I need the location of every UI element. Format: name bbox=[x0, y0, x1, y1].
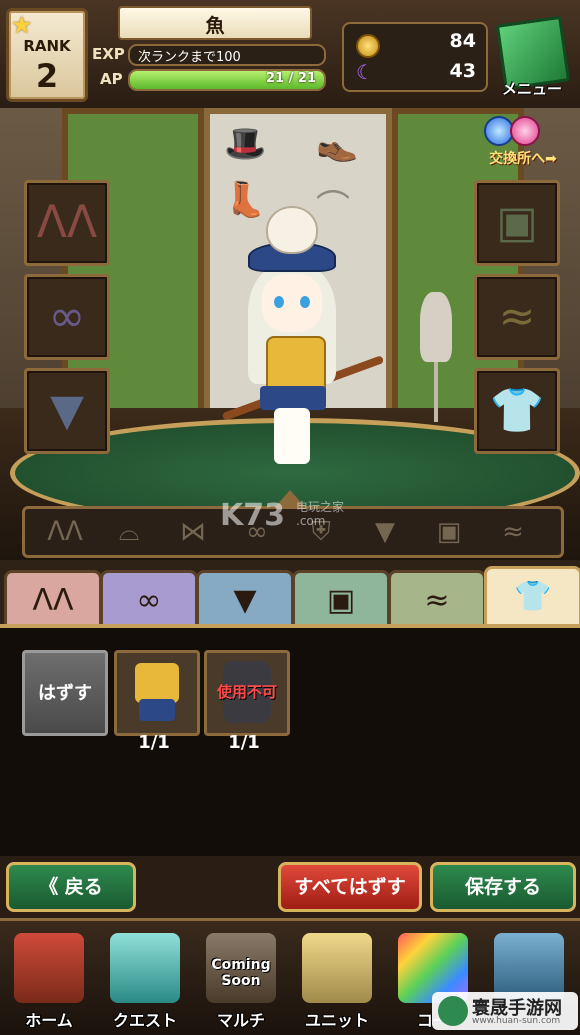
nav-label: ホーム bbox=[25, 1011, 73, 1030]
back-button[interactable]: 《 戻る bbox=[6, 862, 136, 912]
equipment-category-strip: ᐱᐱ ⌓ ⋈ ∞ ⛨ ▼ ▣ ≈ bbox=[22, 506, 564, 558]
rank-label: RANK bbox=[23, 37, 71, 55]
watermark-corner: 寰晟手游网 www.huan-sun.com bbox=[432, 992, 578, 1030]
outfit-thumbnail bbox=[135, 663, 179, 703]
hat-icon[interactable]: ⌓ bbox=[103, 513, 155, 551]
nav-label: クエスト bbox=[112, 1011, 177, 1030]
nav-home[interactable]: ホーム bbox=[2, 929, 96, 1033]
exp-bar: 次ランクまで100 bbox=[128, 44, 326, 66]
character-eye-left bbox=[274, 296, 284, 308]
item-count: 1/1 bbox=[138, 732, 170, 753]
outfit-icon: 👕 bbox=[514, 579, 552, 614]
category-tabs: ᐱᐱ ∞ ▼ ▣ ≈ 👕 bbox=[0, 560, 580, 633]
slot-backpack[interactable]: ▣ bbox=[474, 180, 560, 266]
character-legs bbox=[274, 408, 310, 464]
slot-necktie[interactable]: ▼ bbox=[24, 368, 110, 454]
player-name-banner: 魚 bbox=[118, 6, 312, 40]
rank-value: 2 bbox=[35, 57, 59, 95]
nav-label: ユニット bbox=[304, 1011, 369, 1030]
exp-label: EXP bbox=[92, 45, 125, 63]
watermark-corner-url: www.huan-sun.com bbox=[472, 1016, 561, 1026]
coin-icon bbox=[356, 34, 380, 58]
tab-outfit[interactable]: 👕 bbox=[484, 566, 580, 633]
backpack-icon: ▣ bbox=[496, 197, 538, 248]
backpack-icon[interactable]: ▣ bbox=[423, 513, 475, 551]
player-name: 魚 bbox=[205, 15, 225, 37]
moon-count: 43 bbox=[449, 60, 476, 82]
tail-icon: ≈ bbox=[424, 583, 450, 618]
coin-count: 84 bbox=[449, 30, 476, 52]
rank-card: ★ RANK 2 bbox=[6, 8, 88, 102]
castle-gate-icon bbox=[110, 933, 180, 1003]
top-status-bar: ★ RANK 2 魚 EXP 次ランクまで100 AP 21 / 21 84 ☾… bbox=[0, 0, 580, 112]
glasses-icon: ∞ bbox=[136, 583, 162, 618]
necktie-icon[interactable]: ▼ bbox=[359, 513, 411, 551]
rabbit-ears-icon: ᐱᐱ bbox=[36, 197, 98, 248]
hat-icon: 🎩 bbox=[224, 124, 267, 164]
skirt-thumbnail bbox=[139, 699, 175, 721]
ap-text: 21 / 21 bbox=[266, 71, 316, 86]
necktie-icon: ▼ bbox=[50, 385, 84, 436]
character-skirt bbox=[260, 386, 326, 410]
necktie-icon: ▼ bbox=[233, 583, 257, 618]
dressing-stage: 🎩 👞 👢 ⌒ ᐱᐱ ∞ ▼ ▣ ≈ 👕 交換所へ➡ ᐱᐱ ⌓ ⋈ ∞ ⛨ ▼ … bbox=[0, 108, 580, 560]
item-list-panel: はずす 1/1 使用不可 1/1 bbox=[0, 624, 580, 860]
item-tile[interactable] bbox=[114, 650, 200, 736]
mannequin-stand bbox=[434, 362, 438, 422]
character-face bbox=[262, 274, 322, 332]
item-count: 1/1 bbox=[228, 732, 260, 753]
nav-unit[interactable]: ユニット bbox=[290, 929, 384, 1033]
menu-label: メニュー bbox=[501, 80, 562, 98]
mannequin-torso bbox=[420, 292, 452, 362]
save-button[interactable]: 保存する bbox=[430, 862, 576, 912]
mannequin bbox=[412, 276, 460, 436]
nav-multi[interactable]: Coming Soon マルチ bbox=[194, 929, 288, 1033]
site-logo-icon bbox=[438, 996, 468, 1026]
glasses-icon: ∞ bbox=[48, 291, 86, 342]
menu-button[interactable]: メニュー bbox=[490, 15, 574, 104]
slot-tail[interactable]: ≈ bbox=[474, 274, 560, 360]
character-portrait-icon bbox=[302, 933, 372, 1003]
unequip-all-button[interactable]: すべてはずす bbox=[278, 862, 422, 912]
rabbit-ears-icon[interactable]: ᐱᐱ bbox=[39, 513, 91, 551]
slot-ears[interactable]: ᐱᐱ bbox=[24, 180, 110, 266]
shoe-icon: 👞 bbox=[316, 124, 359, 164]
tail-icon[interactable]: ≈ bbox=[487, 513, 539, 551]
house-icon bbox=[14, 933, 84, 1003]
backpack-icon: ▣ bbox=[326, 583, 356, 618]
slot-glasses[interactable]: ∞ bbox=[24, 274, 110, 360]
exchange-label: 交換所へ➡ bbox=[489, 151, 557, 167]
tail-icon: ≈ bbox=[498, 291, 536, 342]
skull-mascot bbox=[266, 206, 318, 254]
slot-outfit[interactable]: 👕 bbox=[474, 368, 560, 454]
character-eye-right bbox=[300, 296, 310, 308]
pink-gem-icon bbox=[510, 116, 540, 146]
ribbon-icon[interactable]: ⋈ bbox=[167, 513, 219, 551]
exchange-button[interactable]: 交換所へ➡ bbox=[470, 116, 576, 172]
coming-soon-badge: Coming Soon bbox=[211, 957, 271, 989]
star-icon: ★ bbox=[11, 11, 33, 39]
nav-label: マルチ bbox=[216, 1011, 265, 1030]
item-tile[interactable]: 使用不可 bbox=[204, 650, 290, 736]
ap-bar: 21 / 21 bbox=[128, 69, 326, 91]
character-avatar bbox=[221, 206, 385, 476]
rabbit-ears-icon: ᐱᐱ bbox=[32, 583, 74, 618]
watermark-k73-sub: 电玩之家 .com bbox=[296, 500, 345, 528]
currency-box: 84 ☾ 43 bbox=[342, 22, 488, 92]
remove-label: はずす bbox=[38, 683, 92, 704]
watermark-k73: K73 bbox=[220, 498, 285, 533]
unusable-label: 使用不可 bbox=[216, 683, 277, 701]
nav-quest[interactable]: クエスト bbox=[98, 929, 192, 1033]
moon-icon: ☾ bbox=[356, 60, 374, 84]
exp-text: 次ランクまで100 bbox=[138, 50, 241, 65]
remove-item-button[interactable]: はずす bbox=[22, 650, 108, 736]
ap-label: AP bbox=[100, 70, 123, 88]
action-bar: 《 戻る すべてはずす 保存する bbox=[0, 856, 580, 918]
outfit-icon: 👕 bbox=[489, 385, 545, 436]
